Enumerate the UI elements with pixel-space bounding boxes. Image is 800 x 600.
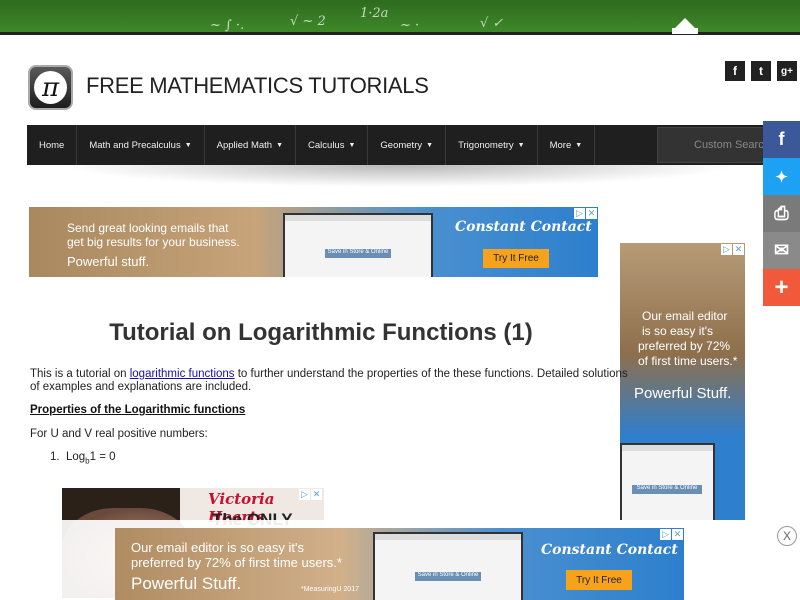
ad-tagline: Powerful Stuff.	[131, 574, 242, 593]
ad-banner-bottom[interactable]: Our email editor is so easy it's preferr…	[115, 528, 684, 600]
caret-down-icon: ▼	[348, 141, 356, 149]
ad-line: preferred by 72% of first time users.*	[131, 555, 342, 570]
nav-calculus[interactable]: Calculus ▼	[296, 125, 369, 165]
nav-geometry[interactable]: Geometry ▼	[368, 125, 447, 165]
ad-mock-title: Save in Store & Online	[632, 485, 702, 494]
share-twitter-icon[interactable]: ✦	[763, 158, 800, 195]
intro-paragraph-line2: of examples and explanations are include…	[30, 381, 252, 393]
nav-home[interactable]: Home	[27, 125, 78, 165]
ad-line: get big results for your business.	[67, 235, 240, 249]
chalk-formula: 1·2a	[360, 6, 389, 21]
nav-shadow	[60, 165, 740, 187]
nav-applied-math[interactable]: Applied Math ▼	[205, 125, 297, 165]
share-print-icon[interactable]: ⎙	[763, 195, 800, 232]
share-email-icon[interactable]: ✉	[763, 232, 800, 269]
close-sticky-ad-button[interactable]: X	[777, 526, 797, 546]
ad-banner-side[interactable]: Our email editor is so easy it's preferr…	[620, 243, 745, 520]
ad-line: Send great looking emails that	[67, 221, 229, 235]
ad-footnote: *MeasuringU 2017	[301, 586, 359, 593]
intro-paragraph: This is a tutorial on logarithmic functi…	[30, 368, 628, 380]
ad-info-icon[interactable]: ▷	[660, 529, 671, 540]
caret-down-icon: ▼	[276, 141, 284, 149]
facebook-icon[interactable]: f	[725, 61, 745, 81]
scroll-top-button[interactable]	[672, 28, 698, 34]
twitter-icon[interactable]: t	[751, 61, 771, 81]
site-logo[interactable]: π	[28, 65, 73, 110]
ad-info-icon[interactable]: ▷	[574, 208, 585, 219]
ad-tagline: Powerful stuff.	[67, 254, 150, 269]
pi-icon: π	[34, 71, 67, 104]
site-title[interactable]: FREE MATHEMATICS TUTORIALS	[86, 73, 429, 99]
ad-brand: Constant Contact	[541, 542, 678, 558]
ad-line: preferred by 72%	[638, 339, 731, 353]
ad-laptop-mockup: Save in Store & Online	[620, 443, 715, 520]
ad-close-icon[interactable]: ✕	[733, 244, 744, 255]
properties-heading: Properties of the Logarithmic functions	[30, 404, 246, 416]
ad-mock-title: Save in Store & Online	[325, 249, 391, 258]
ad-tagline: Powerful Stuff.	[634, 385, 732, 402]
google-plus-icon[interactable]: g+	[777, 61, 797, 81]
ad-info-icon[interactable]: ▷	[721, 244, 732, 255]
list-item: 1. Logb1 = 0	[50, 451, 116, 466]
ad-banner-top[interactable]: Send great looking emails that get big r…	[29, 207, 598, 277]
logarithmic-functions-link[interactable]: logarithmic functions	[130, 368, 235, 380]
nav-math-precalculus[interactable]: Math and Precalculus ▼	[77, 125, 205, 165]
ad-brand: Constant Contact	[455, 219, 592, 235]
caret-down-icon: ▼	[517, 141, 525, 149]
chalk-scribble: ~ ∫ ·.	[210, 18, 245, 33]
ad-line: Our email editor	[642, 309, 728, 323]
caret-down-icon: ▼	[575, 141, 583, 149]
chalk-scribble: √ ✓	[480, 16, 504, 31]
ad-close-icon[interactable]: ✕	[672, 529, 683, 540]
page-title: Tutorial on Logarithmic Functions (1)	[109, 319, 533, 346]
share-more-icon[interactable]: +	[763, 269, 800, 306]
custom-search-input[interactable]: Custom Search	[657, 127, 773, 163]
ad-mock-title: Save in Store & Online	[415, 572, 481, 581]
ad-try-free-button[interactable]: Try It Free	[566, 570, 632, 590]
ad-line: of first time users.*	[638, 354, 738, 368]
caret-down-icon: ▼	[184, 141, 192, 149]
caret-down-icon: ▼	[426, 141, 434, 149]
ad-info-icon[interactable]: ▷	[299, 489, 310, 500]
ad-line: Our email editor is so easy it's	[131, 540, 304, 555]
ad-close-icon[interactable]: ✕	[311, 489, 322, 500]
ad-line: is so easy it's	[642, 324, 713, 338]
ad-try-free-button[interactable]: Try It Free	[483, 249, 549, 268]
nav-more[interactable]: More ▼	[538, 125, 596, 165]
ad-laptop-mockup: Save in Store & Online	[373, 532, 523, 600]
chalk-scribble: ~ ·	[400, 18, 420, 33]
nav-trigonometry[interactable]: Trigonometry ▼	[446, 125, 538, 165]
share-facebook-icon[interactable]: f	[763, 121, 800, 158]
ad-laptop-mockup: Save in Store & Online	[283, 213, 433, 277]
condition-text: For U and V real positive numbers:	[30, 428, 208, 440]
ad-close-icon[interactable]: ✕	[586, 208, 597, 219]
chalk-scribble: √ ~ 2	[290, 14, 326, 29]
